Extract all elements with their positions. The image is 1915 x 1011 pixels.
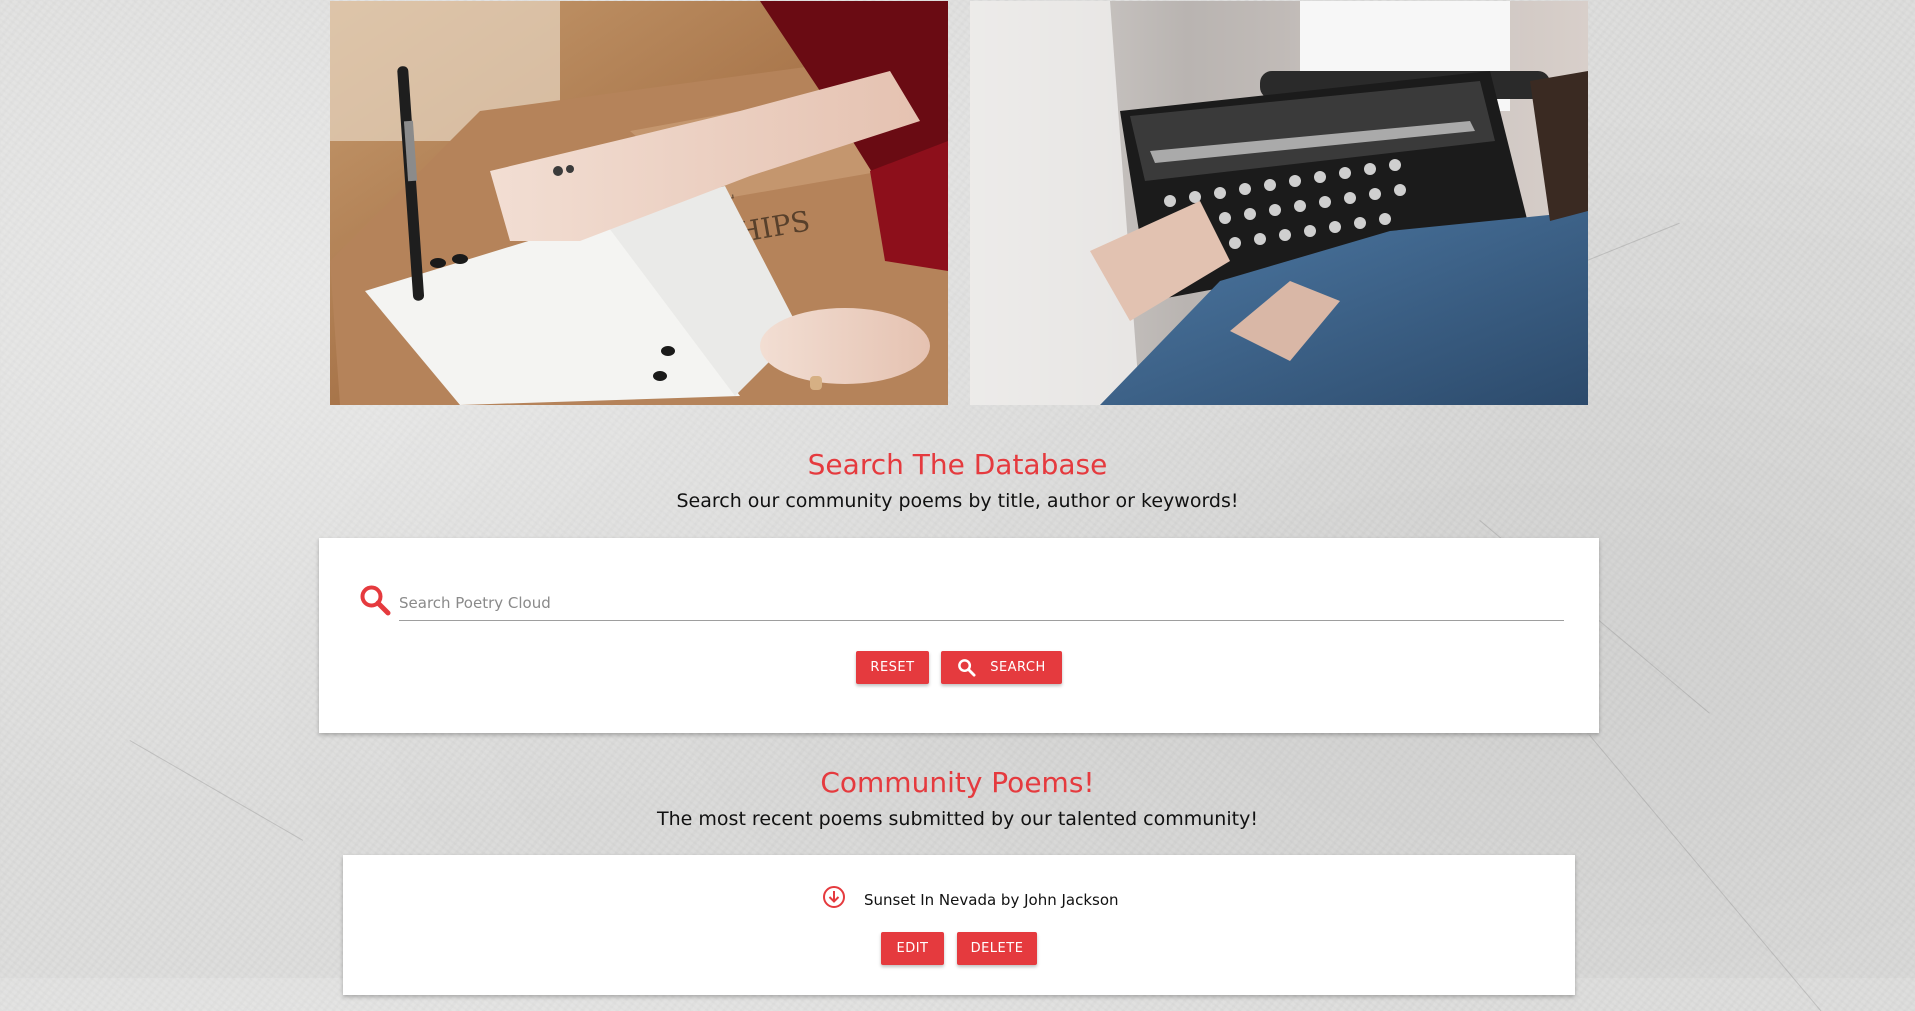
poem-title[interactable]: Sunset In Nevada by John Jackson [864, 891, 1119, 909]
poems-section-title: Community Poems! [820, 766, 1095, 799]
edit-button-label: EDIT [896, 941, 929, 956]
reset-button-label: RESET [870, 660, 915, 675]
search-section-title: Search The Database [807, 448, 1108, 481]
search-icon [360, 585, 391, 616]
poem-list-item: Sunset In Nevada by John Jackson EDIT DE… [343, 855, 1575, 995]
delete-button[interactable]: DELETE [957, 932, 1037, 965]
hero-image-writing: SHIPS ALL [330, 1, 948, 405]
search-input[interactable] [399, 586, 1564, 621]
search-button-label: SEARCH [990, 660, 1046, 675]
delete-button-label: DELETE [970, 941, 1024, 956]
hero-image-typewriter [970, 1, 1588, 405]
search-button[interactable]: SEARCH [941, 651, 1062, 684]
arrow-down-circle-icon[interactable] [822, 885, 846, 909]
poems-section-subtitle: The most recent poems submitted by our t… [657, 808, 1258, 830]
edit-button[interactable]: EDIT [881, 932, 944, 965]
search-card: RESET SEARCH [319, 538, 1599, 733]
search-icon [958, 659, 976, 677]
reset-button[interactable]: RESET [856, 651, 929, 684]
search-section-subtitle: Search our community poems by title, aut… [676, 490, 1239, 512]
